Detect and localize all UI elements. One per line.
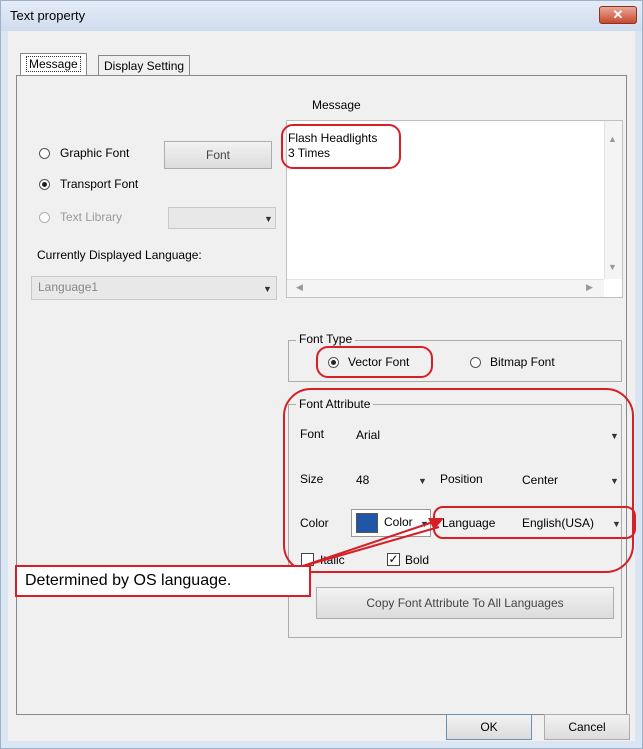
callout-arrow — [299, 518, 444, 568]
ok-button[interactable]: OK — [446, 714, 532, 740]
cancel-button[interactable]: Cancel — [544, 714, 630, 740]
annotation-callout: Determined by OS language. — [15, 565, 311, 597]
